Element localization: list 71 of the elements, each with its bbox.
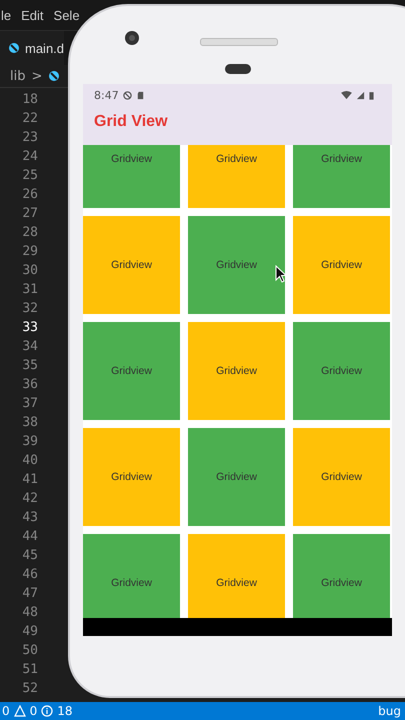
line-number: 25 — [22, 167, 38, 185]
line-number: 29 — [22, 243, 38, 261]
file-icon — [48, 70, 60, 82]
menu-item[interactable]: Edit — [21, 8, 44, 22]
grid-tile[interactable]: Gridview — [188, 216, 285, 314]
line-number: 42 — [22, 490, 38, 508]
grid-tile[interactable]: Gridview — [293, 145, 390, 208]
line-number: 24 — [22, 148, 38, 166]
line-number: 35 — [22, 357, 38, 375]
line-number: 51 — [22, 661, 38, 679]
line-number: 39 — [22, 433, 38, 451]
line-number: 18 — [22, 91, 38, 109]
grid-tile[interactable]: Gridview — [83, 216, 180, 314]
grid-tile[interactable]: Gridview — [293, 322, 390, 420]
line-number: 43 — [22, 509, 38, 527]
menu-item[interactable]: Sele — [54, 8, 80, 22]
grid-tile[interactable]: Gridview — [83, 322, 180, 420]
info-count[interactable]: 18 — [57, 704, 73, 718]
grid-tile[interactable]: Gridview — [188, 534, 285, 618]
grid-tile[interactable]: Gridview — [83, 145, 180, 208]
line-number: 22 — [22, 110, 38, 128]
line-number: 36 — [22, 376, 38, 394]
sensor-slot — [225, 64, 251, 74]
app-title: Grid View — [93, 112, 169, 131]
camera-icon — [124, 30, 140, 46]
error-count[interactable]: 0 — [2, 704, 10, 718]
battery-icon — [369, 90, 374, 100]
line-number: 30 — [22, 262, 38, 280]
grid-tile[interactable]: Gridview — [293, 534, 390, 618]
wifi-icon — [341, 90, 352, 100]
mouse-pointer-icon — [275, 265, 287, 283]
menu-item[interactable]: le — [1, 8, 12, 22]
breadcrumb-item[interactable]: lib — [10, 68, 26, 84]
grid-tile[interactable]: Gridview — [293, 428, 390, 526]
line-number: 41 — [22, 471, 38, 489]
grid-tile[interactable]: Gridview — [188, 145, 285, 208]
line-number: 23 — [22, 129, 38, 147]
line-number: 33 — [22, 319, 38, 337]
line-number: 37 — [22, 395, 38, 413]
signal-icon — [356, 90, 365, 100]
line-number: 50 — [22, 642, 38, 660]
warning-icon — [14, 705, 26, 717]
info-icon — [41, 705, 54, 717]
line-number: 27 — [22, 205, 38, 223]
grid-tile[interactable]: Gridview — [188, 428, 285, 526]
line-number: 38 — [22, 414, 38, 432]
line-number: 40 — [22, 452, 38, 470]
line-number: 46 — [22, 566, 38, 584]
line-number: 26 — [22, 186, 38, 204]
warning-count[interactable]: 0 — [30, 704, 38, 718]
line-number: 47 — [22, 585, 38, 603]
line-number: 32 — [22, 300, 38, 318]
line-number: 31 — [22, 281, 38, 299]
line-number: 48 — [22, 604, 38, 622]
clock-text: 8:47 — [94, 88, 119, 102]
do-not-disturb-icon — [122, 90, 132, 100]
line-number: 49 — [22, 623, 38, 641]
grid-tile[interactable]: Gridview — [83, 534, 180, 618]
breadcrumb-separator: > — [31, 68, 42, 84]
file-icon — [8, 42, 20, 54]
grid-tile[interactable]: Gridview — [188, 322, 285, 420]
line-number: 34 — [22, 338, 38, 356]
grid-tile[interactable]: Gridview — [83, 428, 180, 526]
grid-tile[interactable]: Gridview — [293, 216, 390, 314]
sd-card-icon — [136, 90, 145, 100]
line-number: 52 — [22, 680, 38, 698]
line-number: 44 — [22, 528, 38, 546]
status-item[interactable]: bug — [378, 704, 405, 718]
line-number: 28 — [22, 224, 38, 242]
editor-tab[interactable]: main.d — [0, 31, 64, 65]
line-number: 45 — [22, 547, 38, 565]
